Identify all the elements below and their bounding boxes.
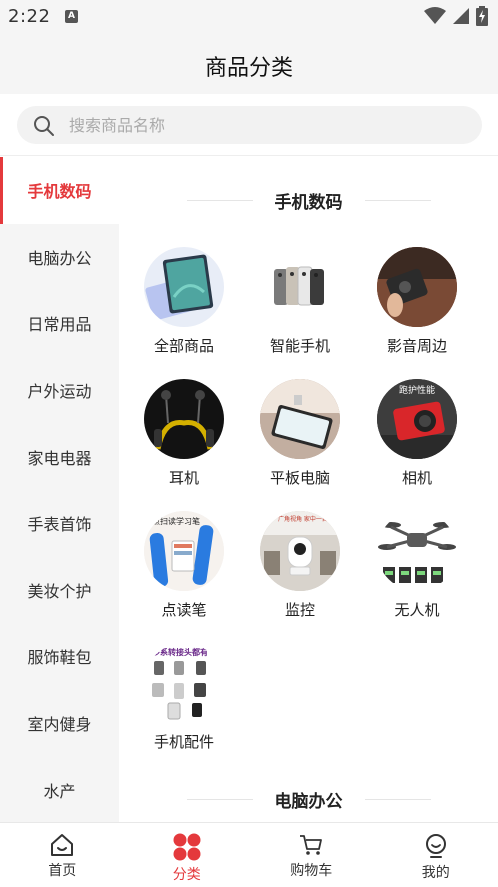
subcategory-audio[interactable]: 影音周边 — [367, 247, 467, 367]
tablet-pc-image — [260, 379, 340, 459]
tab-category[interactable]: 分类 — [125, 823, 250, 887]
section-header: 电脑办公 — [119, 784, 498, 814]
sidebar-item-seafood[interactable]: 水产 — [0, 756, 119, 822]
profile-icon — [425, 834, 446, 858]
camera-image: 跑护性能 — [377, 379, 457, 459]
subcategory-label: 无人机 — [394, 601, 440, 619]
signal-icon — [453, 8, 469, 24]
subcategory-drone[interactable]: 无人机 — [367, 511, 467, 631]
search-bar — [0, 94, 498, 156]
accessory-promo-text: 多系转接头都有 — [152, 647, 208, 657]
subcategory-label: 点读笔 — [161, 601, 207, 619]
home-icon — [51, 834, 74, 856]
search-box[interactable] — [17, 106, 482, 144]
subcategory-phone-accessories[interactable]: 多系转接头都有 手机配件 — [134, 643, 234, 763]
pen-promo-text: 点扫读学习笔 — [152, 516, 200, 526]
monitor-promo-text: 广角视角 家中一目了然 — [278, 515, 340, 523]
sidebar-item-label: 电脑办公 — [27, 248, 92, 268]
divider — [364, 199, 431, 201]
status-icons — [424, 6, 488, 26]
search-icon — [34, 116, 54, 136]
tab-home[interactable]: 首页 — [0, 823, 125, 887]
sidebar-item-apparel[interactable]: 服饰鞋包 — [0, 623, 119, 690]
tab-cart[interactable]: 购物车 — [249, 823, 374, 887]
category-grid-icon — [173, 833, 201, 861]
notification-a-icon: A — [65, 10, 78, 23]
cart-icon — [300, 835, 323, 855]
battery-icon — [476, 6, 488, 26]
camera-promo-text: 跑护性能 — [399, 384, 435, 396]
divider — [186, 798, 253, 800]
subcategory-camera[interactable]: 跑护性能 相机 — [367, 379, 467, 499]
earphones-image — [144, 379, 224, 459]
category-sidebar: 手机数码 电脑办公 日常用品 户外运动 家电电器 手表首饰 美妆个护 服饰鞋包 … — [0, 157, 119, 822]
category-content: 手机数码 全部商品 智能手机 影音周边 耳机 平板电脑 跑护性能 相机 点扫读学… — [119, 157, 498, 822]
section-title: 电脑办公 — [274, 791, 343, 812]
bottom-tab-bar: 首页 分类 购物车 我的 — [0, 822, 498, 887]
subcategory-earphones[interactable]: 耳机 — [134, 379, 234, 499]
sidebar-item-computers[interactable]: 电脑办公 — [0, 224, 119, 291]
sidebar-item-label: 日常用品 — [27, 315, 92, 335]
sidebar-item-label: 室内健身 — [27, 715, 92, 735]
tab-label: 购物车 — [290, 863, 333, 879]
drone-image — [377, 511, 457, 591]
sidebar-item-fitness[interactable]: 室内健身 — [0, 690, 119, 757]
page-title: 商品分类 — [204, 56, 293, 81]
page-header: 商品分类 — [0, 34, 498, 94]
sidebar-item-label: 手表首饰 — [27, 515, 92, 535]
tab-label: 我的 — [421, 865, 450, 881]
subcategory-label: 手机配件 — [153, 733, 214, 751]
sidebar-item-daily[interactable]: 日常用品 — [0, 290, 119, 357]
sidebar-item-label: 户外运动 — [27, 382, 92, 402]
security-camera-image: 广角视角 家中一目了然 — [260, 511, 340, 591]
wifi-icon — [424, 7, 446, 24]
section-header: 手机数码 — [119, 185, 498, 215]
sidebar-item-phones[interactable]: 手机数码 — [0, 157, 119, 224]
subcategory-label: 智能手机 — [269, 337, 330, 355]
tab-label: 分类 — [172, 867, 201, 883]
sidebar-item-label: 家电电器 — [27, 448, 92, 468]
subcategory-label: 平板电脑 — [269, 469, 330, 487]
sidebar-item-label: 服饰鞋包 — [27, 648, 92, 668]
sidebar-item-label: 美妆个护 — [27, 581, 92, 601]
subcategory-label: 监控 — [284, 601, 315, 619]
phone-accessories-image: 多系转接头都有 — [144, 643, 224, 723]
subcategory-label: 耳机 — [168, 469, 199, 487]
subcategory-all[interactable]: 全部商品 — [134, 247, 234, 367]
divider — [186, 199, 253, 201]
sidebar-item-label: 水产 — [43, 781, 76, 801]
audio-device-image — [377, 247, 457, 327]
search-input[interactable] — [69, 106, 469, 144]
tablet-image — [144, 247, 224, 327]
divider — [364, 798, 431, 800]
sidebar-item-beauty[interactable]: 美妆个护 — [0, 557, 119, 624]
subcategory-label: 相机 — [401, 469, 432, 487]
subcategory-label: 全部商品 — [153, 337, 214, 355]
smartphones-image — [260, 247, 340, 327]
sidebar-item-outdoor[interactable]: 户外运动 — [0, 357, 119, 424]
status-bar: 2:22 A — [0, 0, 498, 34]
subcategory-label: 影音周边 — [386, 337, 447, 355]
subcategory-reading-pen[interactable]: 点扫读学习笔 点读笔 — [134, 511, 234, 631]
subcategory-smartphones[interactable]: 智能手机 — [250, 247, 350, 367]
sidebar-item-watches[interactable]: 手表首饰 — [0, 490, 119, 557]
sidebar-item-appliances[interactable]: 家电电器 — [0, 423, 119, 490]
reading-pen-image: 点扫读学习笔 — [144, 511, 224, 591]
tab-label: 首页 — [48, 863, 77, 879]
tab-profile[interactable]: 我的 — [374, 823, 498, 887]
status-time: 2:22 — [8, 6, 51, 27]
subcategory-tablets[interactable]: 平板电脑 — [250, 379, 350, 499]
sidebar-item-label: 手机数码 — [27, 182, 92, 202]
subcategory-surveillance[interactable]: 广角视角 家中一目了然 监控 — [250, 511, 350, 631]
section-title: 手机数码 — [274, 192, 343, 213]
